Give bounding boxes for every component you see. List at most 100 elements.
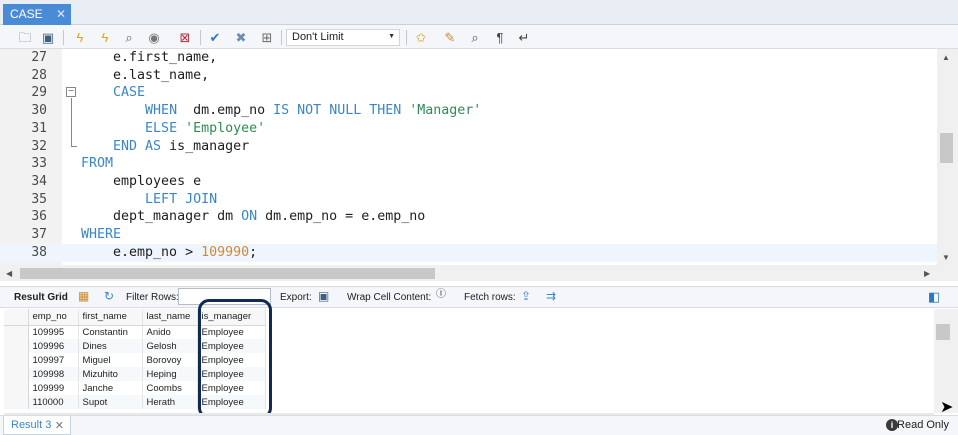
code-text: WHERE [81,227,121,242]
wrap-cell-icon[interactable]: Ⓘ [436,290,446,300]
fetch-next-icon[interactable]: ⇪ [521,290,531,302]
find-icon[interactable]: ⌕ [466,28,484,46]
cell-first_name[interactable]: Dines [78,339,143,353]
cell-emp_no[interactable]: 109999 [28,381,79,395]
code-line[interactable]: 28 e.last_name, [0,67,937,85]
code-line[interactable]: 37 WHERE [0,226,937,244]
code-token: CASE [113,85,146,101]
code-line[interactable]: 38 e.emp_no > 109990; [0,243,937,262]
grid-view-icon[interactable]: ▦ [78,290,89,302]
scroll-thumb[interactable] [936,324,950,340]
toggle-error-icon[interactable]: ⊠ [176,28,194,46]
code-line[interactable]: 34 employees e [0,173,937,191]
cell-last_name[interactable]: Coombs [142,381,198,395]
wrap-cell-content-label: Wrap Cell Content: [347,292,432,303]
execute-icon[interactable]: ϟ [71,28,89,46]
cell-first_name[interactable]: Janche [78,381,143,395]
line-number: 27 [31,50,47,65]
export-label: Export: [280,292,312,303]
cell-last_name[interactable]: Heping [142,367,198,381]
row-header[interactable] [4,353,29,367]
commit-icon[interactable]: ✔ [206,28,224,46]
row-header[interactable] [4,325,29,339]
rollback-icon[interactable]: ✖ [232,28,250,46]
cell-first_name[interactable]: Supot [78,395,143,409]
row-header[interactable] [4,381,29,395]
result-grid-label[interactable]: Result Grid [14,292,68,303]
limit-value: Don't Limit [292,31,344,43]
scroll-thumb[interactable] [940,133,953,163]
scroll-down-icon[interactable]: ▼ [942,253,950,262]
fold-guide-end [71,146,77,147]
cell-emp_no[interactable]: 110000 [28,395,79,409]
autocommit-icon[interactable]: ⊞ [258,28,276,46]
scroll-left-icon[interactable]: ◀ [6,269,12,278]
tab-result-3[interactable]: Result 3 ✕ [3,416,71,435]
limit-rows-select[interactable]: Don't Limit ▼ [286,29,400,46]
code-line[interactable]: 29 CASE [0,84,937,102]
invisible-chars-icon[interactable]: ¶ [491,28,509,46]
export-icon[interactable]: ▣ [318,290,329,302]
column-header-last_name[interactable]: last_name [142,309,198,326]
cell-emp_no[interactable]: 109998 [28,367,79,381]
row-header[interactable] [4,367,29,381]
open-folder-icon[interactable]: 🗀 [16,28,34,46]
line-number: 35 [31,191,47,207]
code-line[interactable]: 35 LEFT JOIN [0,191,937,209]
column-header-first_name[interactable]: first_name [78,309,143,326]
beautify-icon[interactable]: ✎ [441,28,459,46]
wrap-icon[interactable]: ↵ [515,28,533,46]
row-header[interactable] [4,339,29,353]
fold-collapse-icon[interactable]: − [66,87,76,97]
explain-icon[interactable]: ⌕ [120,28,138,46]
cell-last_name[interactable]: Herath [142,395,198,409]
code-line[interactable]: 33 FROM [0,155,937,173]
sql-editor[interactable]: 27 e.first_name, 28 e.last_name, 29 CASE 30… [0,49,958,265]
tab-case[interactable]: CASE ✕ [3,4,71,25]
cell-first_name[interactable]: Miguel [78,353,143,367]
code-line[interactable]: 32 END AS is_manager [0,138,937,156]
result-tabs-bar: Result 3 ✕ i Read Only [0,415,958,435]
editor-vertical-scrollbar[interactable]: ▲ ▼ [937,49,958,265]
code-line[interactable]: 36 dept_manager dm ON dm.emp_no = e.emp_… [0,208,937,226]
cell-emp_no[interactable]: 109995 [28,325,79,339]
editor-horizontal-scrollbar[interactable]: ◀ ▶ [0,265,958,281]
code-line[interactable]: 31 ELSE 'Employee' [0,120,937,138]
cell-last_name[interactable]: Borovoy [142,353,198,367]
code-token: ON [241,209,258,225]
cell-emp_no[interactable]: 109996 [28,339,79,353]
code-token: LEFT JOIN [145,191,218,207]
add-snippet-icon[interactable]: ✩ [412,28,430,46]
cell-first_name[interactable]: Constantin [78,325,143,339]
execute-current-icon[interactable]: ϟ [96,28,114,46]
code-line[interactable]: 27 e.first_name, [0,49,937,67]
line-number: 36 [31,209,47,225]
cell-last_name[interactable]: Gelosh [142,339,198,353]
cell-emp_no[interactable]: 109997 [28,353,79,367]
stop-icon[interactable]: ◉ [145,28,163,46]
column-header-emp_no[interactable]: emp_no [28,309,79,326]
tab-title: CASE [10,7,43,21]
code-text: e.emp_no > 109990; [81,245,257,260]
code-line[interactable]: 30 WHEN dm.emp_no IS NOT NULL THEN 'Mana… [0,102,937,120]
scroll-right-icon[interactable]: ▶ [924,269,930,278]
refresh-icon[interactable]: ↻ [104,290,114,302]
scroll-up-icon[interactable]: ▲ [942,53,950,62]
panel-toggle-icon[interactable]: ◧ [928,290,940,303]
code-token: e.first_name, [81,50,218,65]
cell-first_name[interactable]: Mizuhito [78,367,143,381]
row-header[interactable] [4,395,29,409]
sql-editor-toolbar: 🗀 ▣ ϟ ϟ ⌕ ◉ ⊠ ✔ ✖ ⊞ Don't Limit ▼ ✩ ✎ ⌕ … [0,25,958,49]
save-icon[interactable]: ▣ [39,28,57,46]
code-text: END AS is_manager [81,139,249,154]
grid-vertical-scrollbar[interactable] [934,309,958,413]
cell-last_name[interactable]: Anido [142,325,198,339]
close-icon[interactable]: ✕ [55,419,64,432]
scroll-thumb[interactable] [20,268,435,279]
fetch-all-icon[interactable]: ⇉ [546,290,556,302]
tab-close-icon[interactable]: ✕ [56,7,66,21]
result-grid[interactable]: emp_no first_name last_name is_manager 1… [4,309,934,413]
chevron-down-icon: ▼ [388,33,395,40]
